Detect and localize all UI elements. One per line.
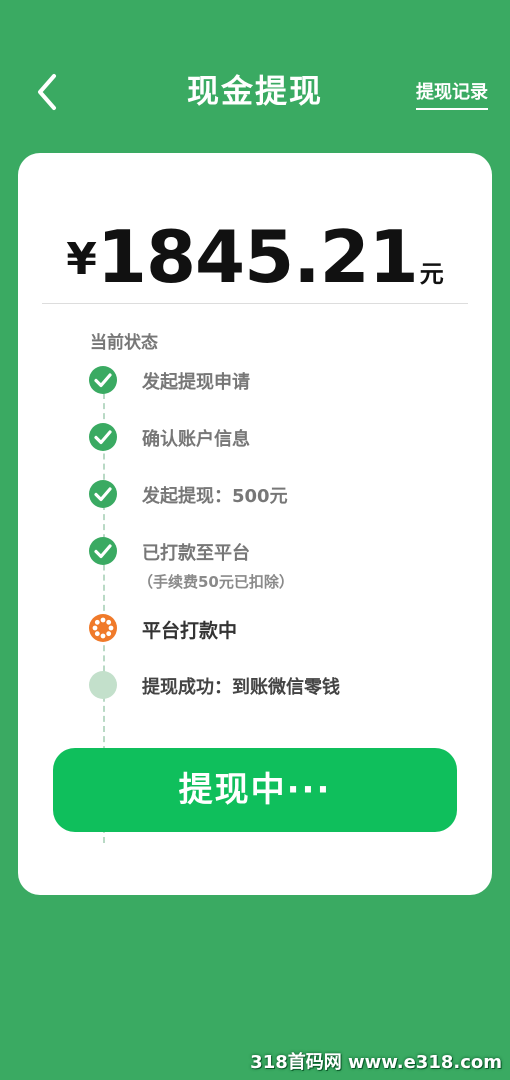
step-sublabel: （手续费50元已扣除） [138,573,294,591]
withdraw-records-link[interactable]: 提现记录 [416,78,488,110]
currency-symbol: ¥ [66,234,97,285]
step-label: 已打款至平台 [142,543,250,564]
divider [42,303,468,304]
withdraw-card: ¥1845.21元 当前状态 发起提现申请 确认账户信息 发起提现：500元 已… [18,153,492,895]
check-circle-icon [88,422,118,452]
header: 现金提现 提现记录 [0,0,510,150]
withdrawing-button[interactable]: 提现中··· [53,748,457,832]
step-label: 发起提现：500元 [142,486,288,507]
step-label: 平台打款中 [142,620,238,642]
check-circle-icon [88,365,118,395]
step-label: 发起提现申请 [142,372,250,393]
amount-unit: 元 [419,260,444,288]
check-circle-icon [88,536,118,566]
amount-display: ¥1845.21元 [18,215,492,299]
amount-value: 1845.21 [96,215,419,299]
loading-spinner-icon [88,613,118,643]
check-circle-icon [88,479,118,509]
status-heading: 当前状态 [90,333,158,353]
step-label: 提现成功：到账微信零钱 [142,677,340,698]
pending-circle-icon [88,670,118,700]
step-label: 确认账户信息 [142,429,250,450]
watermark: 318首码网 www.e318.com [250,1052,502,1073]
